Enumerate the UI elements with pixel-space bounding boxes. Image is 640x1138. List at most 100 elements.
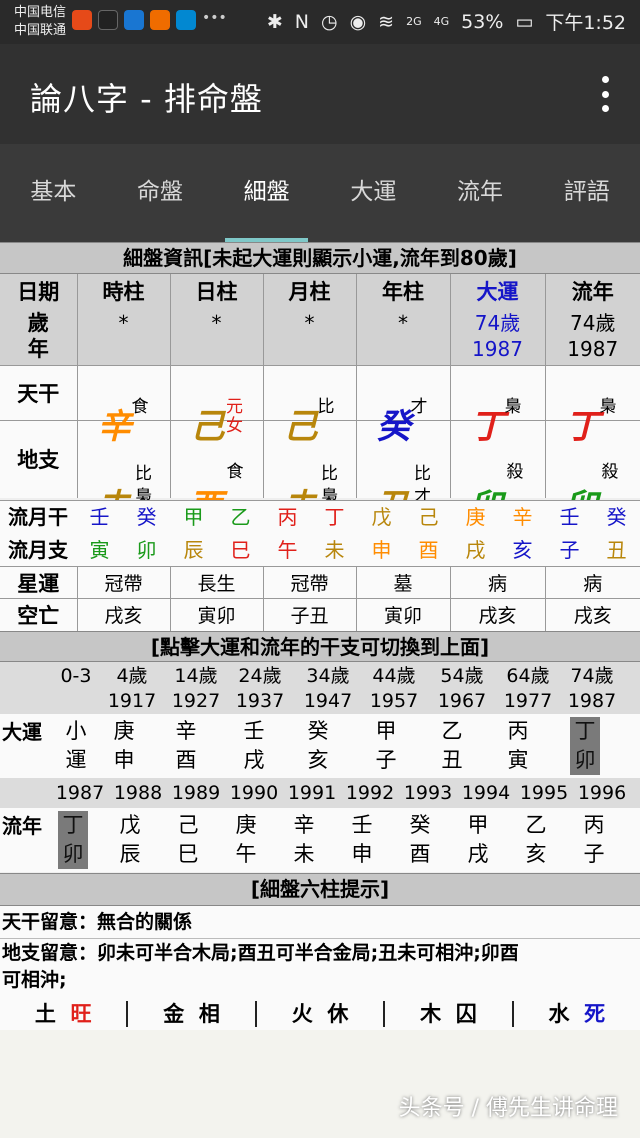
tiangan-day: 己元女 (170, 365, 264, 447)
sui-month: * (263, 307, 357, 365)
hidden-gods: 殺 (601, 462, 619, 483)
dayun-age: 14歲 1927 (171, 665, 221, 712)
kongwang-item: 子丑 (263, 598, 357, 631)
dayun-item[interactable]: 壬戌 (224, 717, 284, 775)
xingyun-label: 星運 (0, 566, 78, 599)
section-header-hints: [細盤六柱提示] (0, 873, 640, 906)
liunian-label: 流年 (2, 814, 42, 838)
dayun-item[interactable]: 庚申 (94, 717, 154, 775)
liuyue-zhi-item: 子 (559, 538, 580, 562)
xingyun-table: 星運 冠帶 長生 冠帶 墓 病 病 空亡 戌亥 寅卯 子丑 寅卯 戌亥 戌亥 (0, 566, 640, 631)
liunian-item[interactable]: 庚午 (216, 811, 276, 869)
liuyue-zhi-item: 卯 (136, 538, 157, 562)
header-label: 日期 (0, 274, 78, 307)
dayun-age: 44歲 1957 (369, 665, 419, 712)
liunian-year: 1991 (287, 782, 337, 804)
liunian-year: 1989 (171, 782, 221, 804)
pillar-table: 日期 時柱 日柱 月柱 年柱 大運 流年 歲年 * * * * 74歲 1987 … (0, 274, 640, 530)
liunian-year: 1987 (55, 782, 105, 804)
nfc-icon: N (294, 10, 309, 33)
liunian-item[interactable]: 壬申 (332, 811, 392, 869)
tab-chart[interactable]: 命盤 (107, 144, 214, 242)
ten-god: 元女 (226, 396, 243, 436)
tab-basic[interactable]: 基本 (0, 144, 107, 242)
tiangan-hour: 辛食 (77, 365, 171, 447)
app-icon (124, 10, 144, 30)
dayun-age: 24歲 1937 (235, 665, 285, 712)
liunian-item[interactable]: 癸酉 (390, 811, 450, 869)
dayun-item[interactable]: 甲子 (356, 717, 416, 775)
dayun-item[interactable]: 辛酉 (156, 717, 216, 775)
kongwang-item: 戌亥 (77, 598, 171, 631)
xingyun-item: 墓 (356, 566, 451, 599)
dayun-item-selected[interactable]: 丁卯 (570, 717, 600, 775)
liunian-item[interactable]: 甲戌 (448, 811, 508, 869)
app-title: 論八字 - 排命盤 (30, 80, 263, 118)
ten-god: 比 (317, 396, 335, 417)
xingyun-item: 長生 (170, 566, 264, 599)
liunian-item[interactable]: 己巳 (158, 811, 218, 869)
header-dayun: 大運 (450, 274, 546, 307)
liunian-ganzhi-row: 流年 丁卯 戊辰 己巳 庚午 辛未 壬申 癸酉 甲戌 乙亥 丙子 (0, 808, 640, 872)
liuyue-zhi-item: 巳 (230, 538, 251, 562)
liunian-years-row: 1987 1988 1989 1990 1991 1992 1993 1994 … (0, 778, 640, 808)
liuyue-gan-item: 癸 (606, 505, 627, 529)
tab-liunian[interactable]: 流年 (427, 144, 534, 242)
dayun-age: 4歲 1917 (107, 665, 157, 712)
wuxing-strength-row: 土 旺 金 相 火 休 木 囚 水 死 (0, 998, 640, 1030)
dayun-item[interactable]: 癸亥 (288, 717, 348, 775)
liunian-item-selected[interactable]: 丁卯 (58, 811, 88, 869)
network-2g-label: 2G (406, 15, 422, 28)
header-year: 年柱 (356, 274, 451, 307)
liuyue-zhi-label: 流月支 (8, 538, 68, 562)
carrier-info: 中国电信 中国联通 (14, 4, 66, 40)
sui-dayun: 74歲 1987 (450, 307, 546, 365)
wuxing-wood: 木 囚 (385, 1001, 514, 1027)
notification-icons: ••• (72, 10, 227, 30)
liunian-item[interactable]: 戊辰 (100, 811, 160, 869)
more-options-icon[interactable] (598, 76, 612, 112)
liuyue-gan-item: 辛 (512, 505, 533, 529)
header-month: 月柱 (263, 274, 357, 307)
liuyue-gan-item: 己 (418, 505, 439, 529)
sui-hour: * (77, 307, 171, 365)
eye-icon: ◉ (349, 10, 367, 33)
tab-bar: 基本 命盤 細盤 大運 流年 評語 (0, 144, 640, 242)
tab-comment[interactable]: 評語 (533, 144, 640, 242)
liuyue-zhi-item: 寅 (89, 538, 110, 562)
clock: 下午1:52 (545, 12, 626, 34)
tab-dayun[interactable]: 大運 (320, 144, 427, 242)
tiangan-char: 辛 (97, 406, 132, 447)
tab-detail[interactable]: 細盤 (213, 144, 320, 242)
ten-god: 食 (131, 396, 149, 417)
tiangan-liunian: 丁梟 (545, 365, 640, 447)
carrier-1: 中国电信 (14, 5, 67, 20)
status-bar: 中国电信 中国联通 ••• ✱ N ◷ ◉ ≋ 2G 4G 53% ▭ 下午1:… (0, 0, 640, 44)
tiangan-hint: 天干留意：無合的關係 (2, 911, 193, 933)
liunian-year: 1994 (461, 782, 511, 804)
hidden-gods: 食 (226, 462, 244, 483)
dayun-item[interactable]: 乙丑 (422, 717, 482, 775)
dayun-age: 34歲 1947 (303, 665, 353, 712)
app-icon (176, 10, 196, 30)
liunian-year: 1996 (577, 782, 627, 804)
liunian-year: 1992 (345, 782, 395, 804)
xingyun-item: 冠帶 (263, 566, 357, 599)
wuxing-metal: 金 相 (128, 1001, 257, 1027)
liunian-item[interactable]: 辛未 (274, 811, 334, 869)
ten-god: 梟 (599, 396, 617, 417)
wifi-icon: ≋ (378, 10, 395, 33)
liunian-item[interactable]: 乙亥 (506, 811, 566, 869)
header-hour: 時柱 (77, 274, 171, 307)
liuyue-gan-item: 甲 (183, 505, 204, 529)
dizhi-label: 地支 (0, 420, 78, 498)
app-icon (72, 10, 92, 30)
sui-label: 歲年 (0, 307, 78, 365)
tiangan-year: 癸才 (356, 365, 451, 447)
section-header-detail: 細盤資訊[未起大運則顯示小運,流年到80歲] (0, 242, 640, 274)
dayun-item[interactable]: 丙寅 (488, 717, 548, 775)
liunian-item[interactable]: 丙子 (564, 811, 624, 869)
tiangan-char: 癸 (376, 406, 411, 447)
liunian-year: 1993 (403, 782, 453, 804)
liuyue-gan-item: 壬 (89, 505, 110, 529)
